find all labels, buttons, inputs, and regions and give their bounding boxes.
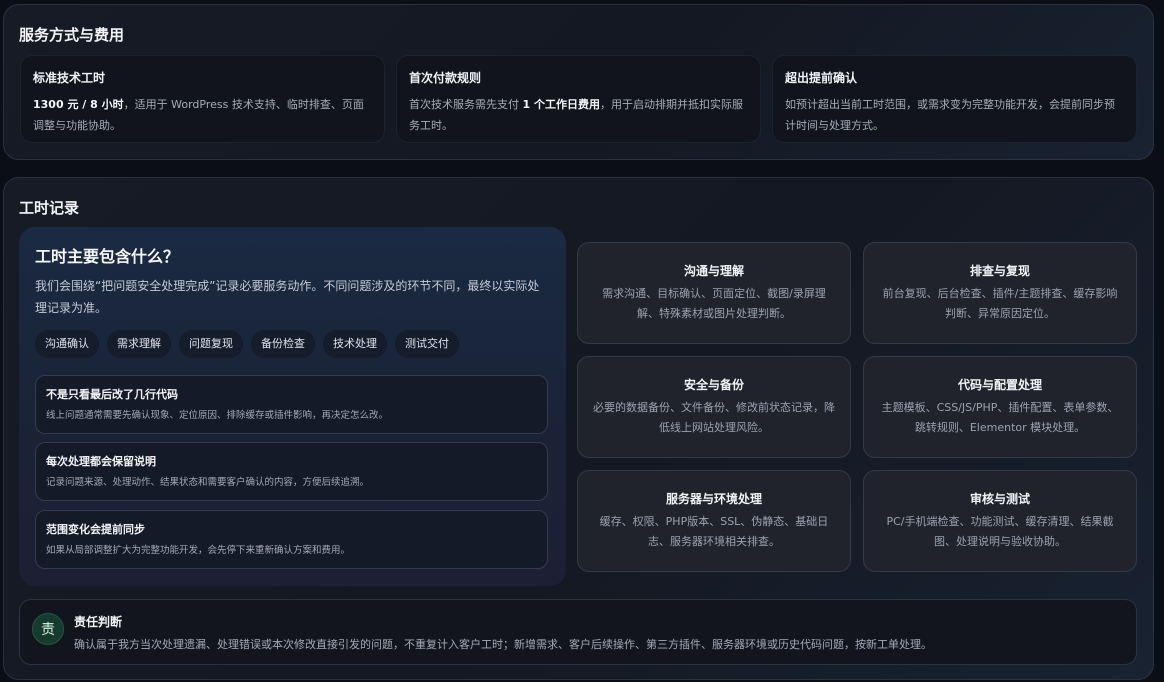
service-card-text: 需求沟通、目标确认、页面定位、截图/录屏理解、特殊素材或图片处理判断。	[602, 287, 826, 320]
tag-testing: 测试交付	[395, 330, 459, 358]
tag-list: 沟通确认 需求理解 问题复现 备份检查 技术处理 测试交付	[35, 330, 459, 358]
service-card-text: 必要的数据备份、文件备份、修改前状态记录，降低线上网站处理风险。	[593, 401, 835, 434]
fee-card-title: 标准技术工时	[33, 71, 106, 85]
note-text: 如果从局部调整扩大为完整功能开发，会先停下来重新确认方案和费用。	[46, 545, 351, 556]
note-title: 每次处理都会保留说明	[46, 455, 156, 468]
fee-rate: 1300 元 / 8 小时	[33, 98, 124, 111]
fee-card-title: 首次付款规则	[409, 71, 482, 85]
responsibility-icon: 责	[32, 613, 64, 645]
tag-backup: 备份检查	[251, 330, 315, 358]
note-text: 线上问题通常需要先确认现象、定位原因、排除缓存或插件影响，再决定怎么改。	[46, 410, 389, 421]
service-card-text: 缓存、权限、PHP版本、SSL、伪静态、基础日志、服务器环境相关排查。	[599, 515, 829, 548]
fee-first-payment: 1 个工作日费用	[522, 98, 600, 111]
responsibility-title: 责任判断	[74, 615, 123, 629]
service-card: 安全与备份 必要的数据备份、文件备份、修改前状态记录，降低线上网站处理风险。	[577, 356, 851, 458]
service-card-text: 主题模板、CSS/JS/PHP、插件配置、表单参数、跳转规则、Elementor…	[881, 401, 1119, 434]
note-text: 记录问题来源、处理动作、结果状态和需要客户确认的内容，方便后续追溯。	[46, 477, 370, 488]
responsibility-box: 责 责任判断 确认属于我方当次处理遗漏、处理错误或本次修改直接引发的问题，不重复…	[19, 599, 1137, 665]
service-card: 沟通与理解 需求沟通、目标确认、页面定位、截图/录屏理解、特殊素材或图片处理判断…	[577, 242, 851, 344]
tag-communication: 沟通确认	[35, 330, 99, 358]
records-title: 工时记录	[19, 199, 80, 217]
note-item: 不是只看最后改了几行代码 线上问题通常需要先确认现象、定位原因、排除缓存或插件影…	[35, 375, 548, 434]
service-card: 代码与配置处理 主题模板、CSS/JS/PHP、插件配置、表单参数、跳转规则、E…	[863, 356, 1137, 458]
work-hours-info: 工时主要包含什么？ 我们会围绕“把问题安全处理完成”记录必要服务动作。不同问题涉…	[19, 227, 566, 586]
fees-title: 服务方式与费用	[19, 26, 125, 44]
responsibility-text: 确认属于我方当次处理遗漏、处理错误或本次修改直接引发的问题，不重复计入客户工时；…	[74, 638, 932, 651]
service-card-title: 审核与测试	[969, 492, 1030, 506]
note-item: 范围变化会提前同步 如果从局部调整扩大为完整功能开发，会先停下来重新确认方案和费…	[35, 510, 548, 569]
fee-card-overage: 超出提前确认 如预计超出当前工时范围，或需求变为完整功能开发，会提前同步预计时间…	[772, 55, 1137, 143]
fee-card-first-payment: 首次付款规则 首次技术服务需先支付 1 个工作日费用，用于启动排期并抵扣实际服务…	[396, 55, 761, 143]
fee-card-title: 超出提前确认	[785, 71, 858, 85]
service-card-title: 排查与复现	[969, 264, 1030, 278]
service-card: 审核与测试 PC/手机端检查、功能测试、缓存清理、结果截图、处理说明与验收协助。	[863, 470, 1137, 572]
note-title: 范围变化会提前同步	[46, 523, 145, 536]
records-panel: 工时记录 工时主要包含什么？ 我们会围绕“把问题安全处理完成”记录必要服务动作。…	[3, 177, 1154, 680]
note-item: 每次处理都会保留说明 记录问题来源、处理动作、结果状态和需要客户确认的内容，方便…	[35, 442, 548, 501]
fee-card-standard: 标准技术工时 1300 元 / 8 小时，适用于 WordPress 技术支持、…	[20, 55, 385, 143]
note-title: 不是只看最后改了几行代码	[46, 388, 178, 401]
service-card: 排查与复现 前台复现、后台检查、插件/主题排查、缓存影响判断、异常原因定位。	[863, 242, 1137, 344]
tag-reproduce: 问题复现	[179, 330, 243, 358]
fee-card-text: 如预计超出当前工时范围，或需求变为完整功能开发，会提前同步预计时间与处理方式。	[785, 98, 1115, 132]
service-card: 服务器与环境处理 缓存、权限、PHP版本、SSL、伪静态、基础日志、服务器环境相…	[577, 470, 851, 572]
fee-card-text: 1300 元 / 8 小时，适用于 WordPress 技术支持、临时排查、页面…	[33, 94, 372, 136]
service-card-title: 服务器与环境处理	[665, 492, 762, 506]
service-card-title: 代码与配置处理	[957, 378, 1042, 392]
fees-panel: 服务方式与费用 标准技术工时 1300 元 / 8 小时，适用于 WordPre…	[3, 4, 1154, 160]
service-card-title: 沟通与理解	[683, 264, 744, 278]
fee-card-desc-pre: 首次技术服务需先支付	[409, 98, 523, 111]
info-description: 我们会围绕“把问题安全处理完成”记录必要服务动作。不同问题涉及的环节不同，最终以…	[35, 279, 540, 315]
tag-requirement: 需求理解	[107, 330, 171, 358]
service-card-text: 前台复现、后台检查、插件/主题排查、缓存影响判断、异常原因定位。	[882, 287, 1118, 320]
fee-card-text: 首次技术服务需先支付 1 个工作日费用，用于启动排期并抵扣实际服务工时。	[409, 94, 748, 136]
service-card-title: 安全与备份	[683, 378, 744, 392]
info-heading: 工时主要包含什么？	[35, 247, 180, 266]
tag-technical: 技术处理	[323, 330, 387, 358]
service-card-text: PC/手机端检查、功能测试、缓存清理、结果截图、处理说明与验收协助。	[886, 515, 1114, 548]
